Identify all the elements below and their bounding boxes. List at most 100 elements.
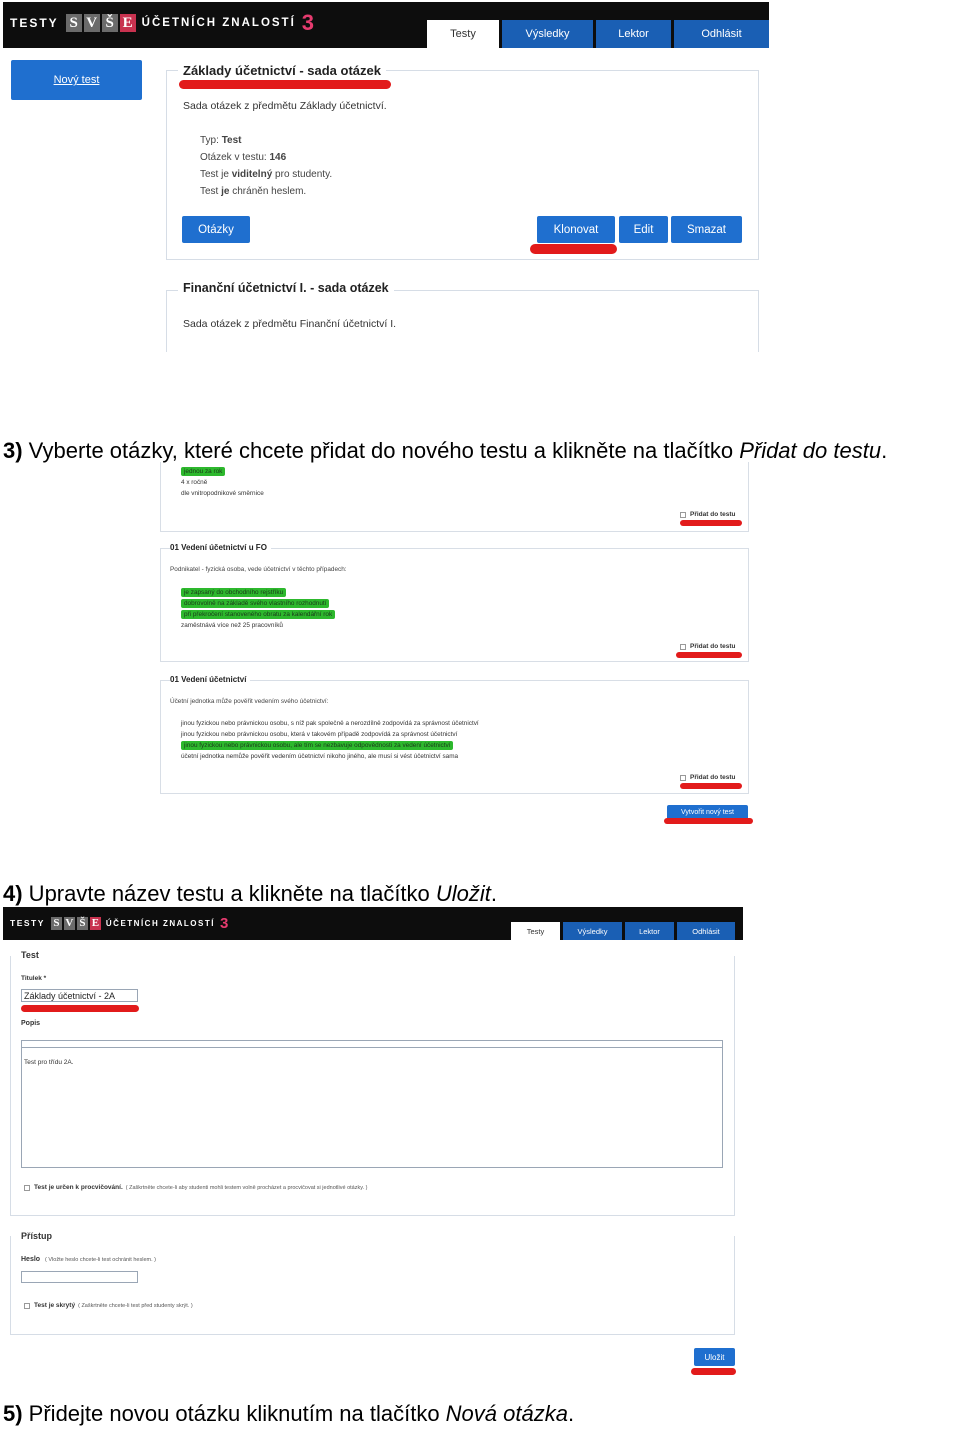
step-button-name: Nová otázka: [445, 1401, 568, 1426]
answer: jinou fyzickou nebo právnickou osobu, kt…: [181, 731, 458, 738]
highlight-underline: [680, 520, 742, 526]
password-b: je: [221, 186, 230, 197]
add-to-test-label: Přidat do testu: [690, 511, 736, 518]
step-number: 3): [3, 438, 23, 463]
logo-letter: V: [63, 916, 75, 930]
step-button-name: Přidat do testu: [739, 438, 882, 463]
checkbox-box[interactable]: [680, 643, 686, 650]
add-to-test-label: Přidat do testu: [690, 643, 736, 650]
edit-button[interactable]: Edit: [619, 216, 668, 243]
step-number: 4): [3, 881, 23, 906]
highlight-underline: [179, 80, 391, 89]
visibility-b: viditelný: [231, 169, 273, 180]
step-number: 5): [3, 1401, 23, 1426]
hidden-hint: ( Zaškrtněte chcete-li test před student…: [78, 1302, 193, 1309]
access-form-section: [10, 1236, 735, 1335]
answer: dle vnitropodnikové směrnice: [181, 490, 264, 497]
tab-vysledky[interactable]: Výsledky: [502, 20, 593, 48]
answer: účetní jednotka nemůže pověřit vedením ú…: [181, 753, 459, 760]
question-text: Účetní jednotka může pověřit vedením své…: [170, 698, 329, 705]
hidden-label: Test je skrytý: [34, 1302, 76, 1309]
practice-hint: ( Zaškrtněte chcete-li aby studenti mohl…: [125, 1184, 368, 1191]
new-test-button[interactable]: Nový test: [11, 60, 142, 100]
answer-correct: dobrovolně na základě svého vlastního ro…: [181, 599, 330, 608]
add-to-test-checkbox[interactable]: Přidat do testu: [680, 774, 736, 781]
checkbox-box[interactable]: [24, 1302, 30, 1309]
step-button-name: Uložit: [435, 881, 491, 906]
add-to-test-checkbox[interactable]: Přidat do testu: [680, 643, 736, 650]
logo-letter: E: [119, 14, 136, 32]
answer-correct: jinou fyzickou nebo právnickou osobu, al…: [181, 741, 454, 750]
clone-button[interactable]: Klonovat: [537, 216, 615, 243]
checkbox-box[interactable]: [680, 774, 686, 781]
logo-letter: E: [89, 916, 101, 930]
logo-subtitle: ÚČETNÍCH ZNALOSTÍ: [105, 918, 215, 928]
app-logo[interactable]: TESTY S V Š E ÚČETNÍCH ZNALOSTÍ 3: [10, 914, 229, 932]
logo-letter: S: [50, 916, 62, 930]
logo-testy: TESTY: [10, 918, 45, 928]
tab-vysledky[interactable]: Výsledky: [563, 922, 622, 940]
practice-checkbox[interactable]: Test je určen k procvičování. ( Zaškrtně…: [24, 1184, 367, 1191]
logo-letter: V: [83, 14, 100, 32]
highlight-underline: [530, 244, 617, 254]
description-textarea[interactable]: Test pro třídu 2A.: [21, 1047, 723, 1168]
save-button[interactable]: Uložit: [694, 1348, 735, 1366]
app-logo[interactable]: TESTY S V Š E ÚČETNÍCH ZNALOSTÍ 3: [10, 10, 315, 35]
logo-testy: TESTY: [10, 16, 59, 30]
test-type-label: Typ:: [200, 135, 219, 146]
tab-odhlasit[interactable]: Odhlásit: [674, 20, 769, 48]
highlight-underline: [676, 652, 742, 658]
tab-testy[interactable]: Testy: [511, 922, 560, 940]
password-input[interactable]: [21, 1271, 138, 1283]
questions-button[interactable]: Otázky: [182, 216, 250, 243]
question-count: Otázek v testu: 146: [200, 152, 286, 163]
description-text: Test pro třídu 2A.: [24, 1059, 74, 1066]
instruction-step-5: 5) Přidejte novou otázku kliknutím na tl…: [3, 1401, 574, 1427]
practice-label: Test je určen k procvičování.: [34, 1184, 123, 1191]
title-input[interactable]: Základy účetnictví - 2A: [21, 989, 138, 1002]
logo-subtitle: ÚČETNÍCH ZNALOSTÍ: [141, 17, 296, 29]
step-text: Vyberte otázky, které chcete přidat do n…: [22, 438, 740, 463]
password-label-row: Heslo ( Vložte heslo chcete-li test ochr…: [21, 1256, 156, 1263]
section-title: Test: [21, 950, 39, 960]
highlight-underline: [680, 783, 742, 789]
logo-number: 3: [301, 10, 315, 35]
question-count-label: Otázek v testu:: [200, 152, 267, 163]
highlight-underline: [664, 818, 753, 824]
add-to-test-checkbox[interactable]: Přidat do testu: [680, 511, 736, 518]
logo-number: 3: [219, 914, 229, 932]
answer: jinou fyzickou nebo právnickou osobu, s …: [181, 720, 479, 727]
question-title: 01 Vedení účetnictví: [170, 675, 251, 684]
visibility-info: Test je viditelný pro studenty.: [200, 169, 332, 180]
tab-lektor[interactable]: Lektor: [596, 20, 671, 48]
question-count-value: 146: [269, 152, 287, 163]
delete-button[interactable]: Smazat: [671, 216, 742, 243]
logo-letters: S V Š E: [50, 916, 106, 930]
description-label: Popis: [21, 1020, 41, 1027]
password-a: Test: [200, 186, 219, 197]
title-label: Titulek *: [21, 975, 47, 982]
test-set-description: Sada otázek z předmětu Finanční účetnict…: [183, 318, 397, 330]
tab-lektor[interactable]: Lektor: [625, 922, 674, 940]
step-text: Přidejte novou otázku kliknutím na tlačí…: [22, 1401, 446, 1426]
highlight-underline: [691, 1368, 736, 1375]
visibility-a: Test je: [200, 169, 229, 180]
answer-correct: je zapsaný do obchodního rejstříku: [181, 588, 287, 597]
answer: 4 x ročně: [181, 479, 208, 486]
checkbox-box[interactable]: [680, 511, 686, 518]
instruction-step-4: 4) Upravte název testu a klikněte na tla…: [3, 881, 497, 907]
logo-letter: S: [65, 14, 82, 32]
hidden-checkbox[interactable]: Test je skrytý ( Zaškrtněte chcete-li te…: [24, 1302, 193, 1309]
step-text: Upravte název testu a klikněte na tlačít…: [22, 881, 436, 906]
highlight-underline: [21, 1005, 139, 1012]
instruction-step-3: 3) Vyberte otázky, které chcete přidat d…: [3, 438, 887, 464]
answer: zaměstnává více než 25 pracovníků: [181, 622, 283, 629]
test-set-description: Sada otázek z předmětu Základy účetnictv…: [183, 100, 387, 112]
tab-odhlasit[interactable]: Odhlásit: [677, 922, 735, 940]
question-text: Podnikatel - fyzická osoba, vede účetnic…: [170, 566, 347, 573]
checkbox-box[interactable]: [24, 1184, 30, 1191]
add-to-test-label: Přidat do testu: [690, 774, 736, 781]
tab-testy[interactable]: Testy: [427, 20, 499, 48]
step-end: .: [490, 881, 498, 906]
test-type: Typ: Test: [200, 135, 242, 146]
